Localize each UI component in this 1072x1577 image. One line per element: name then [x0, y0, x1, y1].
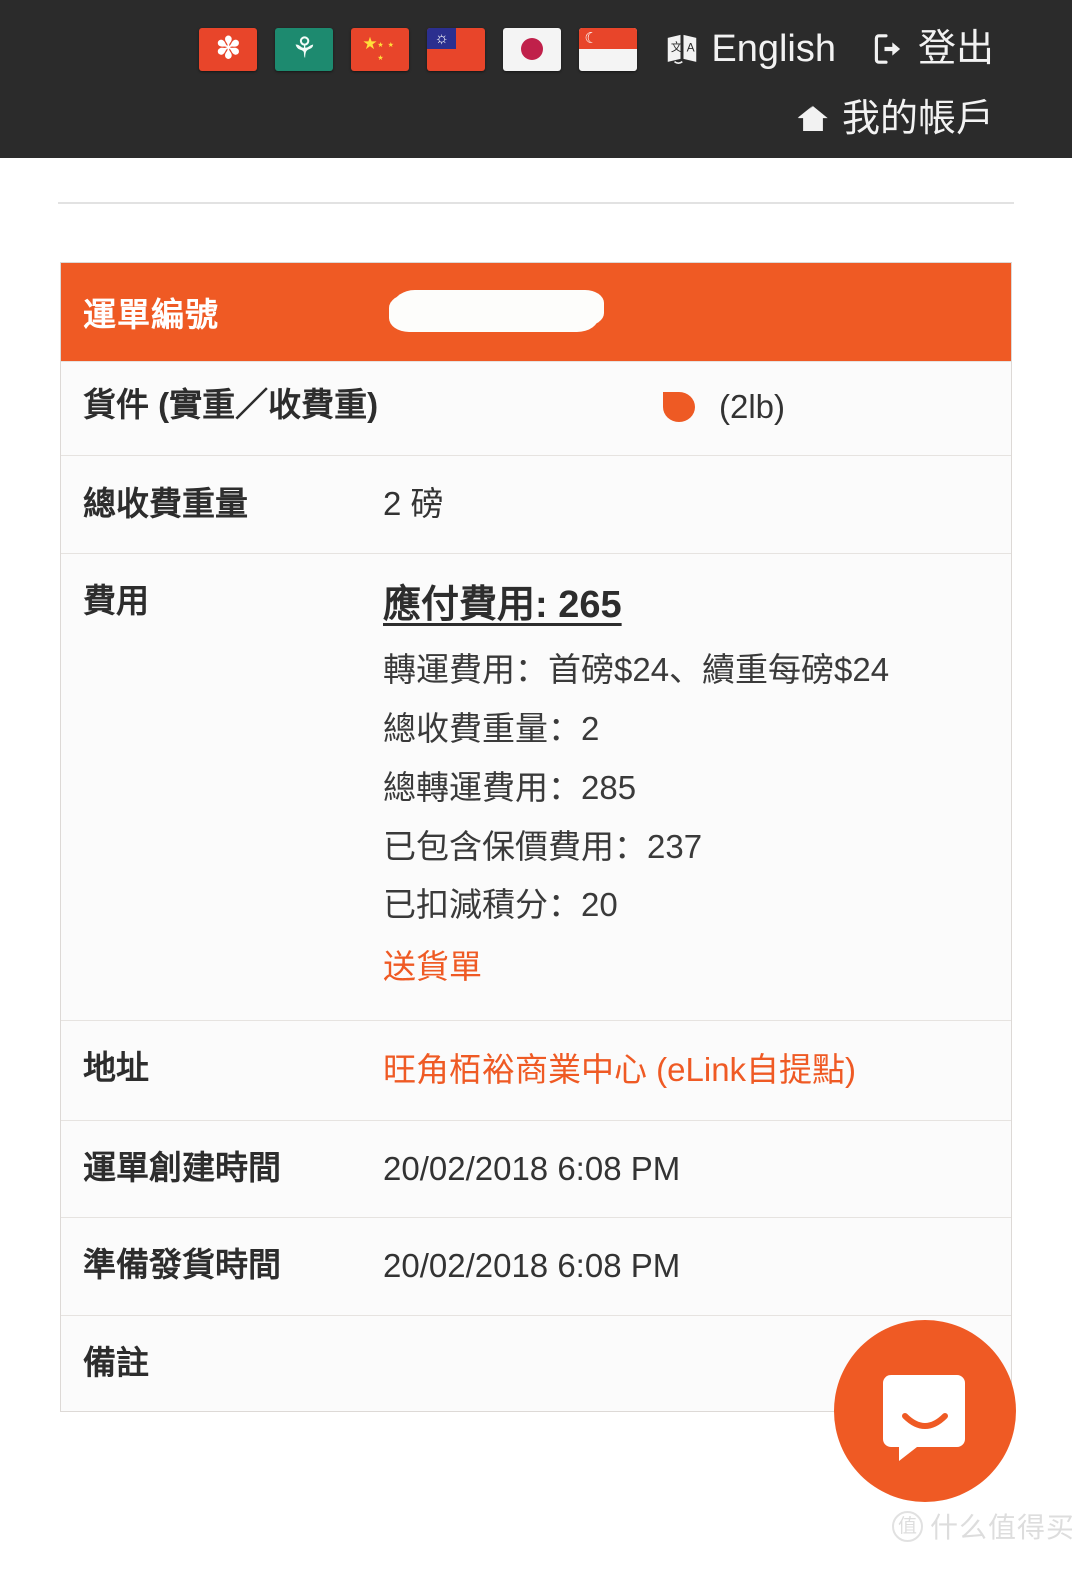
flag-hong-kong-icon[interactable]	[199, 27, 258, 71]
redaction-mark	[393, 290, 599, 332]
site-watermark: 值 什么值得买	[892, 1506, 1072, 1546]
fee-value: 應付費用: 265 轉運費用：首磅$24、續重每磅$24 總收費重量：2 總轉運…	[383, 580, 989, 990]
created-time-value: 20/02/2018 6:08 PM	[383, 1149, 681, 1187]
table-row-ready-time: 準備發貨時間 20/02/2018 6:08 PM	[61, 1217, 1011, 1315]
chat-launcher-button[interactable]	[834, 1320, 1016, 1502]
waybill-number-label: 運單編號	[83, 296, 219, 333]
logout-label: 登出	[917, 28, 994, 70]
delivery-note-link[interactable]: 送貨單	[383, 945, 482, 990]
ready-time-value: 20/02/2018 6:08 PM	[383, 1247, 681, 1285]
flag-macau-icon[interactable]	[275, 27, 334, 71]
ready-time-label: 準備發貨時間	[83, 1246, 281, 1284]
redaction-mark	[377, 380, 703, 428]
total-weight-value: 2 磅	[383, 485, 444, 522]
fee-line-total-weight: 總收費重量：2	[383, 709, 600, 747]
sign-out-icon	[870, 30, 908, 68]
top-navigation-bar: 文 A English 登出	[0, 0, 1072, 158]
table-row-fee: 費用 應付費用: 265 轉運費用：首磅$24、續重每磅$24 總收費重量：2 …	[61, 552, 1011, 1020]
table-row-address: 地址 旺角栢裕商業中心 (eLink自提點)	[61, 1019, 1011, 1120]
created-time-label: 運單創建時間	[83, 1148, 281, 1186]
watermark-text: 什么值得买	[930, 1512, 1072, 1543]
home-icon	[794, 100, 832, 138]
table-row-shipment: 貨件 (實重／收費重) 420 17001 (2lb)	[61, 361, 1011, 455]
address-label: 地址	[83, 1048, 149, 1086]
table-row-created-time: 運單創建時間 20/02/2018 6:08 PM	[61, 1119, 1011, 1218]
translate-icon: 文 A	[663, 30, 701, 68]
flag-japan-icon[interactable]	[503, 27, 562, 71]
topbar-secondary-row: 我的帳戶	[0, 92, 1072, 146]
page-root: 文 A English 登出	[0, 0, 1072, 1577]
my-account-label: 我的帳戶	[841, 98, 994, 140]
fee-payable-total: 應付費用: 265	[383, 583, 622, 626]
svg-text:文: 文	[671, 40, 682, 54]
shipment-unit-note: (2lb)	[719, 387, 786, 425]
fee-line-points-deducted: 已扣減積分：20	[383, 886, 618, 924]
flag-china-icon[interactable]	[351, 27, 410, 71]
language-switcher-button[interactable]: 文 A English	[663, 30, 836, 68]
fee-line-shipping-rate: 轉運費用：首磅$24、續重每磅$24	[383, 650, 890, 688]
address-link[interactable]: 旺角栢裕商業中心 (eLink自提點)	[383, 1051, 856, 1088]
remark-label: 備註	[83, 1343, 149, 1381]
language-switcher-label: English	[711, 28, 836, 70]
watermark-badge-icon: 值	[892, 1510, 923, 1542]
my-account-button[interactable]: 我的帳戶	[794, 100, 994, 138]
topbar-primary-row: 文 A English 登出	[0, 18, 1072, 80]
total-weight-label: 總收費重量	[83, 484, 248, 522]
fee-line-total-shipping: 總轉運費用：285	[383, 768, 637, 806]
waybill-number-value	[383, 286, 989, 338]
waybill-number-header: 運單編號	[61, 263, 1011, 361]
logout-button[interactable]: 登出	[870, 30, 994, 68]
shipment-value: 420 17001 (2lb)	[377, 380, 989, 430]
flag-taiwan-icon[interactable]	[427, 27, 486, 71]
shipment-label: 貨件 (實重／收費重)	[83, 386, 379, 423]
content-divider	[58, 202, 1014, 204]
waybill-detail-card: 運單編號 貨件 (實重／收費重) 420 17001 (2lb) 總收費重量 2…	[60, 262, 1012, 1412]
fee-line-insurance-included: 已包含保價費用：237	[383, 827, 703, 865]
shipment-orange-mark-icon	[663, 392, 695, 422]
fee-label: 費用	[83, 581, 149, 619]
flag-singapore-icon[interactable]	[579, 27, 638, 71]
table-row-total-weight: 總收費重量 2 磅	[61, 455, 1011, 553]
language-flag-strip	[199, 27, 638, 71]
address-value: 旺角栢裕商業中心 (eLink自提點)	[383, 1047, 989, 1094]
svg-text:A: A	[687, 40, 695, 54]
